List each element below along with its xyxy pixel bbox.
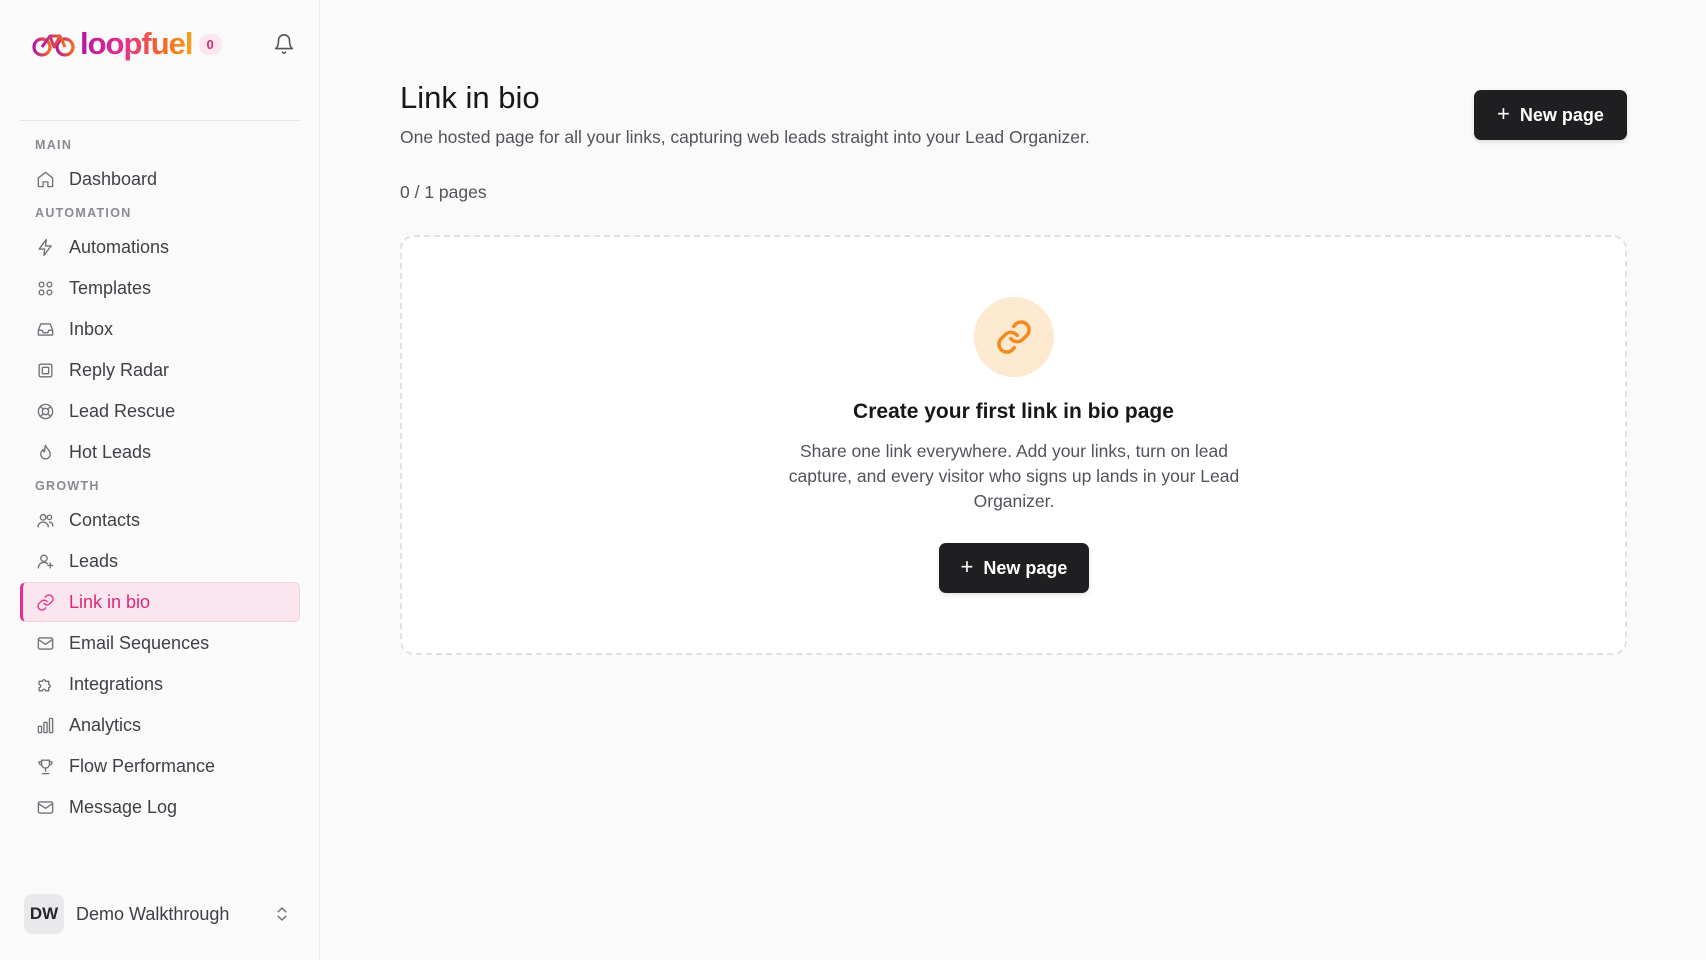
sidebar-item-label: Dashboard <box>69 168 158 189</box>
sidebar-item-label: Hot Leads <box>69 441 152 462</box>
sidebar: loopfuel 0 MAIN Dashboard AUTOMATION Aut… <box>0 0 320 960</box>
mail-icon <box>37 636 54 650</box>
link-icon <box>997 320 1031 354</box>
chevron-up-down-icon <box>277 907 287 921</box>
empty-state-new-page-label: New page <box>983 557 1068 578</box>
empty-state-card: Create your first link in bio page Share… <box>400 235 1627 655</box>
plus-icon: + <box>960 554 974 579</box>
sidebar-item-label: Reply Radar <box>69 359 170 380</box>
section-label-main: MAIN <box>35 138 73 152</box>
main-content: Link in bio One hosted page for all your… <box>320 0 1706 960</box>
sidebar-item-label: Inbox <box>69 318 114 339</box>
sidebar-item-reply-radar[interactable]: Reply Radar <box>20 350 300 390</box>
empty-state-title: Create your first link in bio page <box>853 400 1174 423</box>
sidebar-item-dashboard[interactable]: Dashboard <box>20 159 300 199</box>
empty-state-description: Share one link everywhere. Add your link… <box>788 441 1240 511</box>
sidebar-item-label: Analytics <box>69 714 142 735</box>
grid-icon <box>38 280 53 296</box>
sidebar-item-label: Templates <box>69 277 152 298</box>
plus-icon: + <box>1497 101 1510 126</box>
notification-count-badge: 0 <box>198 33 222 55</box>
nav-scroll-fade <box>20 826 300 852</box>
link-icon <box>37 593 54 611</box>
users-icon <box>37 513 54 528</box>
sidebar-item-label: Contacts <box>69 509 141 530</box>
avatar: DW <box>24 894 64 934</box>
flame-icon <box>40 444 51 459</box>
sidebar-item-templates[interactable]: Templates <box>20 268 300 308</box>
sidebar-item-automations[interactable]: Automations <box>20 227 300 267</box>
sidebar-item-label: Email Sequences <box>69 632 210 653</box>
inbox-icon <box>37 322 54 336</box>
user-plus-icon <box>37 553 54 569</box>
new-page-button[interactable]: + New page <box>1474 90 1627 140</box>
section-label-growth: GROWTH <box>35 479 100 493</box>
bar-chart-icon <box>37 717 54 733</box>
bell-icon[interactable] <box>273 33 295 55</box>
page-subtitle: One hosted page for all your links, capt… <box>400 127 1090 147</box>
sidebar-item-leads[interactable]: Leads <box>20 541 300 581</box>
sidebar-item-email-sequences[interactable]: Email Sequences <box>20 623 300 663</box>
puzzle-icon <box>38 678 51 692</box>
new-page-button-label: New page <box>1519 104 1604 125</box>
logo-wordmark: loopfuel <box>80 26 194 61</box>
user-name: Demo Walkthrough <box>76 903 230 924</box>
radar-icon <box>38 362 53 378</box>
sidebar-item-flow-performance[interactable]: Flow Performance <box>20 746 300 786</box>
sidebar-item-label: Leads <box>69 550 119 571</box>
trophy-icon <box>38 758 53 774</box>
account-switcher[interactable]: DW Demo Walkthrough <box>24 893 295 935</box>
sidebar-item-label: Lead Rescue <box>69 400 176 421</box>
brand-bar: loopfuel 0 <box>32 24 299 64</box>
sidebar-item-hot-leads[interactable]: Hot Leads <box>20 432 300 472</box>
sidebar-item-contacts[interactable]: Contacts <box>20 500 300 540</box>
home-icon <box>37 171 54 187</box>
link-icon-circle <box>974 297 1054 377</box>
mail-icon <box>37 800 54 814</box>
sidebar-divider <box>20 120 299 121</box>
sidebar-item-label: Link in bio <box>69 591 151 612</box>
sidebar-nav: MAIN Dashboard AUTOMATION Automations Te… <box>20 132 300 852</box>
sidebar-item-analytics[interactable]: Analytics <box>20 705 300 745</box>
sidebar-item-integrations[interactable]: Integrations <box>20 664 300 704</box>
sidebar-item-lead-rescue[interactable]: Lead Rescue <box>20 391 300 431</box>
sidebar-item-link-in-bio[interactable]: Link in bio <box>20 582 300 622</box>
section-label-automation: AUTOMATION <box>35 206 132 220</box>
bike-logo-icon <box>32 34 75 57</box>
sidebar-item-label: Message Log <box>69 796 178 817</box>
page-count: 0 / 1 pages <box>400 182 487 202</box>
sidebar-item-label: Automations <box>69 236 170 257</box>
lifebuoy-icon <box>37 403 54 419</box>
bolt-icon <box>38 238 52 256</box>
sidebar-item-label: Flow Performance <box>69 755 216 776</box>
sidebar-item-message-log[interactable]: Message Log <box>20 787 300 827</box>
loopfuel-logo[interactable]: loopfuel 0 <box>32 26 222 62</box>
sidebar-item-inbox[interactable]: Inbox <box>20 309 300 349</box>
page-title: Link in bio <box>400 80 540 115</box>
empty-state-new-page-button[interactable]: + New page <box>939 543 1089 593</box>
sidebar-item-label: Integrations <box>69 673 164 694</box>
